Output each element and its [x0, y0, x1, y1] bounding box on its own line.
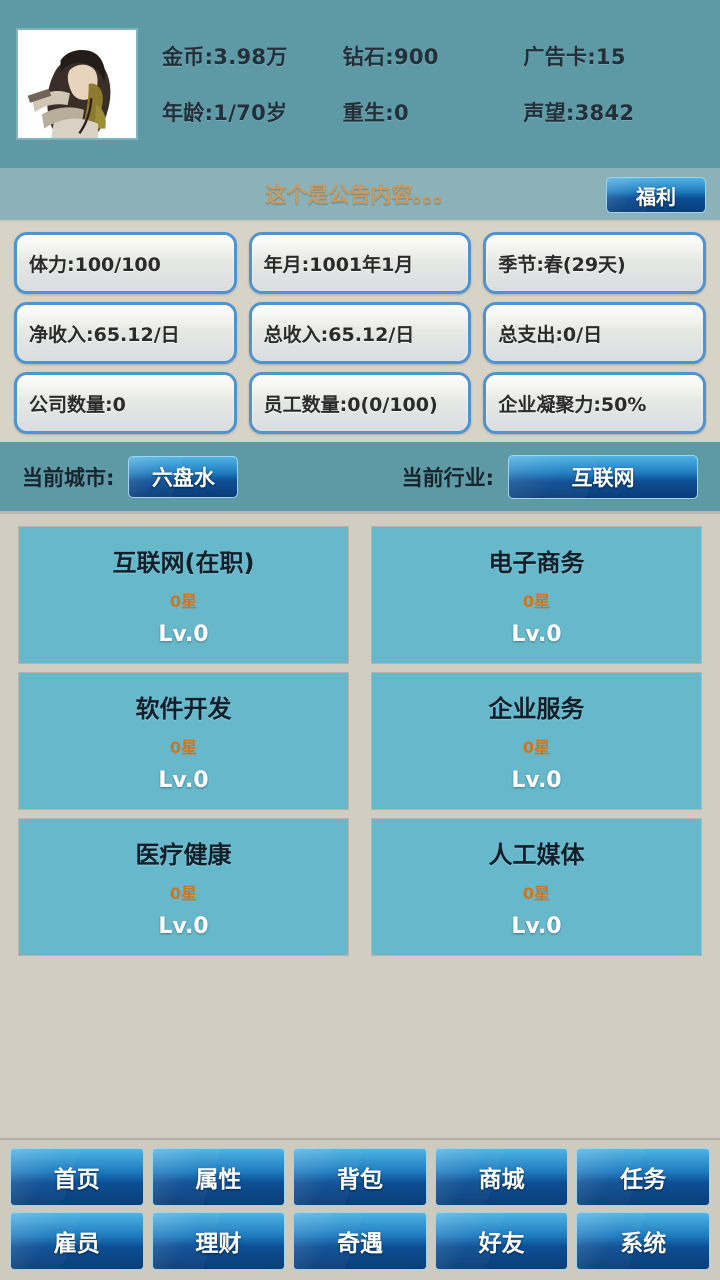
stat-box-label: 年月:1001年1月	[263, 253, 414, 276]
stat-box-label: 员工数量:0(0/100)	[263, 393, 438, 416]
stat-box-cohesion[interactable]: 企业凝聚力:50%	[483, 372, 706, 434]
stat-gold: 金币:3.98万	[162, 45, 288, 69]
stat-box-employee-count[interactable]: 员工数量:0(0/100)	[248, 372, 472, 434]
card-title: 电子商务	[488, 549, 585, 577]
nav-button-friend[interactable]: 好友	[434, 1212, 569, 1270]
industry-card-software[interactable]: 软件开发 0星 Lv.0	[18, 672, 349, 810]
stat-box-label: 体力:100/100	[29, 253, 161, 276]
industry-card-internet[interactable]: 互联网(在职) 0星 Lv.0	[18, 526, 349, 664]
notice-bar: 这个是公告内容。。。 福利	[0, 168, 720, 222]
stat-box-stamina[interactable]: 体力:100/100	[14, 232, 237, 294]
stat-box-label: 净收入:65.12/日	[29, 323, 180, 346]
stat-box-label: 季节:春(29天)	[498, 253, 626, 276]
stat-box-net-income[interactable]: 净收入:65.12/日	[14, 302, 237, 364]
industry-label: 当前行业:	[401, 465, 494, 490]
stat-box-season[interactable]: 季节:春(29天)	[483, 232, 706, 294]
player-header: 金币:3.98万 钻石:900 广告卡:15 年龄:1/70岁 重生:0 声望:…	[0, 0, 720, 168]
avatar-portrait-icon	[18, 30, 136, 138]
card-stars: 0星	[522, 884, 551, 903]
stat-rebirth: 重生:0	[342, 101, 409, 125]
avatar[interactable]	[16, 28, 138, 140]
card-title: 医疗健康	[135, 841, 232, 869]
card-level: Lv.0	[511, 768, 562, 793]
stat-ad-card: 广告卡:15	[523, 45, 626, 69]
stat-box-company-count[interactable]: 公司数量:0	[14, 372, 237, 434]
card-level: Lv.0	[158, 914, 209, 939]
card-level: Lv.0	[511, 622, 562, 647]
selector-bar: 当前城市: 六盘水 当前行业: 互联网	[0, 442, 720, 514]
stat-box-label: 公司数量:0	[29, 393, 126, 416]
card-title: 企业服务	[488, 695, 585, 723]
notice-text[interactable]: 这个是公告内容。。。	[266, 179, 455, 209]
nav-button-attribute[interactable]: 属性	[151, 1148, 286, 1206]
card-stars: 0星	[522, 738, 551, 757]
bottom-nav: 首页 属性 背包 商城 任务 雇员 理财 奇遇 好友 系统	[0, 1138, 720, 1280]
nav-button-task[interactable]: 任务	[576, 1148, 710, 1206]
card-level: Lv.0	[511, 914, 562, 939]
stat-box-total-expense[interactable]: 总支出:0/日	[483, 302, 706, 364]
industry-card-enterprise-service[interactable]: 企业服务 0星 Lv.0	[371, 672, 702, 810]
card-level: Lv.0	[158, 622, 209, 647]
industry-list: 互联网(在职) 0星 Lv.0 电子商务 0星 Lv.0 软件开发 0星 Lv.…	[0, 514, 720, 1138]
industry-select-button[interactable]: 互联网	[508, 454, 698, 499]
stat-box-date[interactable]: 年月:1001年1月	[248, 232, 472, 294]
nav-button-finance[interactable]: 理财	[151, 1212, 286, 1270]
card-title: 人工媒体	[488, 841, 585, 869]
city-label: 当前城市:	[22, 465, 115, 490]
stats-panel: 体力:100/100 年月:1001年1月 季节:春(29天) 净收入:65.1…	[0, 222, 720, 442]
nav-button-backpack[interactable]: 背包	[293, 1148, 427, 1206]
stat-reputation: 声望:3842	[523, 101, 635, 125]
card-stars: 0星	[522, 592, 551, 611]
card-stars: 0星	[169, 738, 198, 757]
card-stars: 0星	[169, 884, 198, 903]
header-stats: 金币:3.98万 钻石:900 广告卡:15 年龄:1/70岁 重生:0 声望:…	[138, 28, 704, 140]
stat-age: 年龄:1/70岁	[162, 101, 288, 125]
card-stars: 0星	[169, 592, 198, 611]
stat-box-total-income[interactable]: 总收入:65.12/日	[248, 302, 472, 364]
industry-card-healthcare[interactable]: 医疗健康 0星 Lv.0	[18, 818, 349, 956]
stat-box-label: 企业凝聚力:50%	[498, 393, 647, 416]
nav-button-employee[interactable]: 雇员	[10, 1212, 144, 1270]
stat-diamond: 钻石:900	[342, 45, 439, 69]
card-title: 软件开发	[135, 695, 232, 723]
nav-button-adventure[interactable]: 奇遇	[293, 1212, 427, 1270]
industry-card-grid: 互联网(在职) 0星 Lv.0 电子商务 0星 Lv.0 软件开发 0星 Lv.…	[18, 526, 702, 956]
industry-card-ecommerce[interactable]: 电子商务 0星 Lv.0	[371, 526, 702, 664]
game-screen: 金币:3.98万 钻石:900 广告卡:15 年龄:1/70岁 重生:0 声望:…	[0, 0, 720, 1280]
city-select-button[interactable]: 六盘水	[128, 455, 239, 498]
card-level: Lv.0	[158, 768, 209, 793]
industry-card-ai-media[interactable]: 人工媒体 0星 Lv.0	[371, 818, 702, 956]
stat-box-label: 总支出:0/日	[498, 323, 603, 346]
card-title: 互联网(在职)	[112, 549, 255, 577]
stat-box-label: 总收入:65.12/日	[263, 323, 415, 346]
welfare-button[interactable]: 福利	[606, 177, 706, 213]
nav-button-home[interactable]: 首页	[10, 1148, 144, 1206]
nav-button-system[interactable]: 系统	[576, 1212, 710, 1270]
nav-button-shop[interactable]: 商城	[434, 1148, 569, 1206]
